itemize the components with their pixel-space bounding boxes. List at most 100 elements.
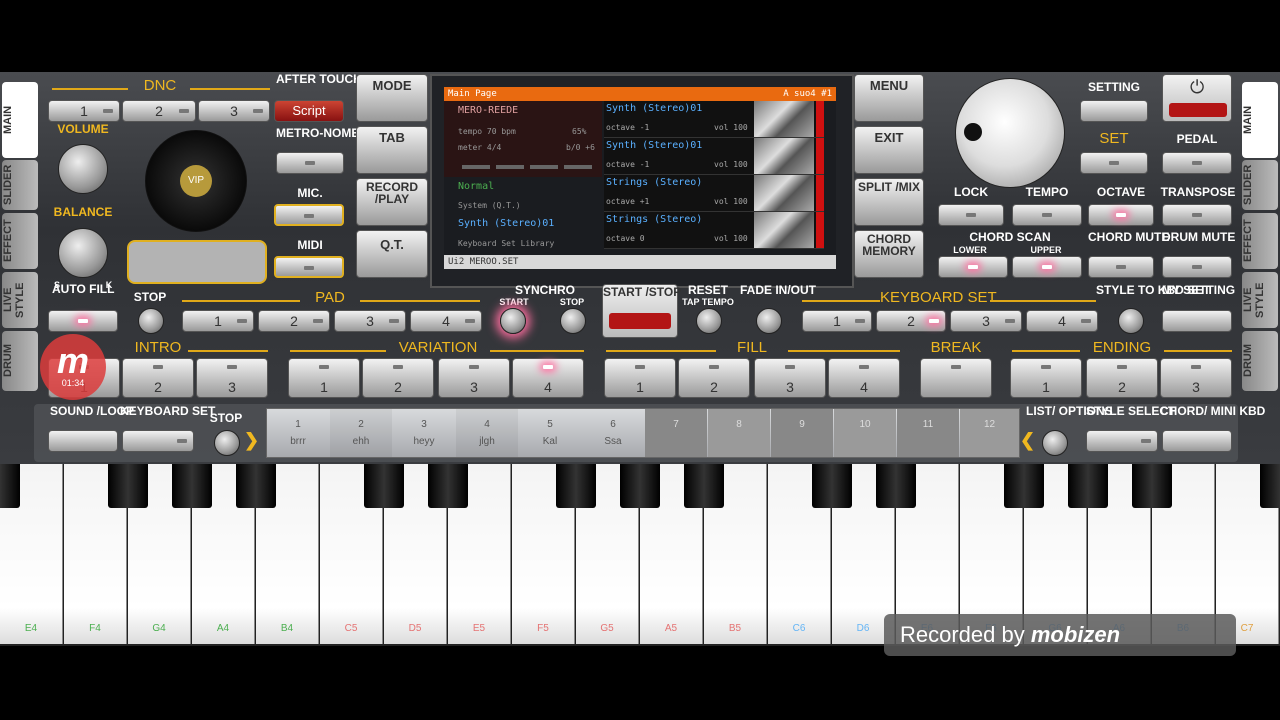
sound-loop-button[interactable] — [48, 430, 118, 452]
pedal-button[interactable] — [1162, 152, 1232, 174]
pad-button-3[interactable]: 3 — [334, 310, 406, 332]
synchro-start-button[interactable] — [500, 308, 526, 334]
octave-button[interactable] — [1088, 204, 1154, 226]
song-slot-2[interactable]: 2 ehh — [330, 409, 392, 457]
tab-live-style-left[interactable]: LIVE STYLE — [2, 272, 38, 328]
song-slot-8[interactable]: 8 — [708, 409, 770, 457]
chord-scan-lower-button[interactable] — [938, 256, 1008, 278]
qt-button[interactable]: Q.T. — [356, 230, 428, 278]
kbd-set-button-4[interactable]: 4 — [1026, 310, 1098, 332]
kbd-set-button-3[interactable]: 3 — [950, 310, 1022, 332]
reset-tap-tempo-button[interactable] — [696, 308, 722, 334]
ending-button-3[interactable]: 3 — [1160, 358, 1232, 398]
intro-button-2[interactable]: 2 — [122, 358, 194, 398]
song-slot-12[interactable]: 12 — [960, 409, 1019, 457]
ending-button-2[interactable]: 2 — [1086, 358, 1158, 398]
black-key[interactable] — [428, 464, 468, 508]
black-key[interactable] — [876, 464, 916, 508]
synchro-stop-button[interactable] — [560, 308, 586, 334]
song-list-bar[interactable]: 1 brrr 2 ehh 3 heyy 4 jlgh 5 Kal 6 Ssa 7 8 9 1… — [266, 408, 1020, 458]
mic-button[interactable] — [274, 204, 344, 226]
tab-drum-right[interactable]: DRUM — [1242, 331, 1278, 391]
style-to-kbd-button[interactable] — [1118, 308, 1144, 334]
auto-fill-button[interactable] — [48, 310, 118, 332]
song-slot-5[interactable]: 5 Kal — [519, 409, 581, 457]
fill-button-2[interactable]: 2 — [678, 358, 750, 398]
tab-main-left[interactable]: MAIN — [2, 82, 38, 158]
menu-button[interactable]: MENU — [854, 74, 924, 122]
tab-button[interactable]: TAB — [356, 126, 428, 174]
set-button[interactable] — [1080, 152, 1148, 174]
song-stop-button[interactable] — [214, 430, 240, 456]
variation-button-4[interactable]: 4 — [512, 358, 584, 398]
black-key[interactable] — [1004, 464, 1044, 508]
tab-effect-right[interactable]: EFFECT — [1242, 213, 1278, 269]
mobizen-bubble[interactable]: m 01:34 — [40, 334, 106, 400]
black-key[interactable] — [236, 464, 276, 508]
voice-row-3[interactable]: Strings (Stereo) octave +1 vol 100 — [604, 175, 824, 212]
song-slot-7[interactable]: 7 — [645, 409, 707, 457]
dnc-button-3[interactable]: 3 — [198, 100, 270, 122]
fill-button-3[interactable]: 3 — [754, 358, 826, 398]
black-key[interactable] — [0, 464, 20, 508]
song-slot-10[interactable]: 10 — [834, 409, 896, 457]
split-mix-button[interactable]: SPLIT /MIX — [854, 178, 924, 226]
chevron-left-icon[interactable]: ❮ — [1020, 430, 1035, 451]
dnc-button-1[interactable]: 1 — [48, 100, 120, 122]
balance-knob[interactable] — [58, 228, 108, 278]
variation-button-2[interactable]: 2 — [362, 358, 434, 398]
black-key[interactable] — [364, 464, 404, 508]
black-key[interactable] — [108, 464, 148, 508]
black-key[interactable] — [812, 464, 852, 508]
black-key[interactable] — [684, 464, 724, 508]
pad-button-4[interactable]: 4 — [410, 310, 482, 332]
setting-button[interactable] — [1080, 100, 1148, 122]
pad-button-1[interactable]: 1 — [182, 310, 254, 332]
variation-button-1[interactable]: 1 — [288, 358, 360, 398]
lcd-display[interactable]: Main Page A suo4 #1 MERO-REEDE tempo 70 b… — [444, 87, 836, 269]
keyboard-set-2-button[interactable] — [122, 430, 194, 452]
fill-button-4[interactable]: 4 — [828, 358, 900, 398]
tab-effect-left[interactable]: EFFECT — [2, 213, 38, 269]
list-options-button[interactable] — [1042, 430, 1068, 456]
drum-mute-button[interactable] — [1162, 256, 1232, 278]
song-slot-3[interactable]: 3 heyy — [393, 409, 455, 457]
metronome-button[interactable] — [276, 152, 344, 174]
black-key[interactable] — [556, 464, 596, 508]
tab-slider-left[interactable]: SLIDER — [2, 160, 38, 210]
voice-row-2[interactable]: Synth (Stereo)01 octave -1 vol 100 — [604, 138, 824, 175]
chord-mute-button[interactable] — [1088, 256, 1154, 278]
pad-button-2[interactable]: 2 — [258, 310, 330, 332]
tempo-button[interactable] — [1012, 204, 1082, 226]
song-slot-9[interactable]: 9 — [771, 409, 833, 457]
chord-scan-upper-button[interactable] — [1012, 256, 1082, 278]
tab-slider-right[interactable]: SLIDER — [1242, 160, 1278, 210]
break-button[interactable] — [920, 358, 992, 398]
ending-button-1[interactable]: 1 — [1010, 358, 1082, 398]
mode-button[interactable]: MODE — [356, 74, 428, 122]
fill-button-1[interactable]: 1 — [604, 358, 676, 398]
tab-main-right[interactable]: MAIN — [1242, 82, 1278, 158]
black-key[interactable] — [172, 464, 212, 508]
voice-row-1[interactable]: Synth (Stereo)01 octave -1 vol 100 — [604, 101, 824, 138]
tab-live-style-right[interactable]: LIVE STYLE — [1242, 272, 1278, 328]
volume-knob[interactable] — [58, 144, 108, 194]
lock-button[interactable] — [938, 204, 1004, 226]
my-setting-button[interactable] — [1162, 310, 1232, 332]
intro-button-3[interactable]: 3 — [196, 358, 268, 398]
song-slot-11[interactable]: 11 — [897, 409, 959, 457]
power-button[interactable]: ⏻ — [1162, 74, 1232, 122]
song-slot-1[interactable]: 1 brrr — [267, 409, 329, 457]
song-display-box[interactable] — [127, 240, 267, 284]
midi-button[interactable] — [274, 256, 344, 278]
black-key[interactable] — [620, 464, 660, 508]
style-select-button[interactable] — [1086, 430, 1158, 452]
chord-memory-button[interactable]: CHORD MEMORY — [854, 230, 924, 278]
variation-button-3[interactable]: 3 — [438, 358, 510, 398]
chord-mini-kbd-button[interactable] — [1162, 430, 1232, 452]
song-slot-4[interactable]: 4 jlgh — [456, 409, 518, 457]
exit-button[interactable]: EXIT — [854, 126, 924, 174]
start-stop-button[interactable]: START /STOP — [602, 284, 681, 338]
data-wheel[interactable] — [955, 78, 1065, 188]
fade-button[interactable] — [756, 308, 782, 334]
